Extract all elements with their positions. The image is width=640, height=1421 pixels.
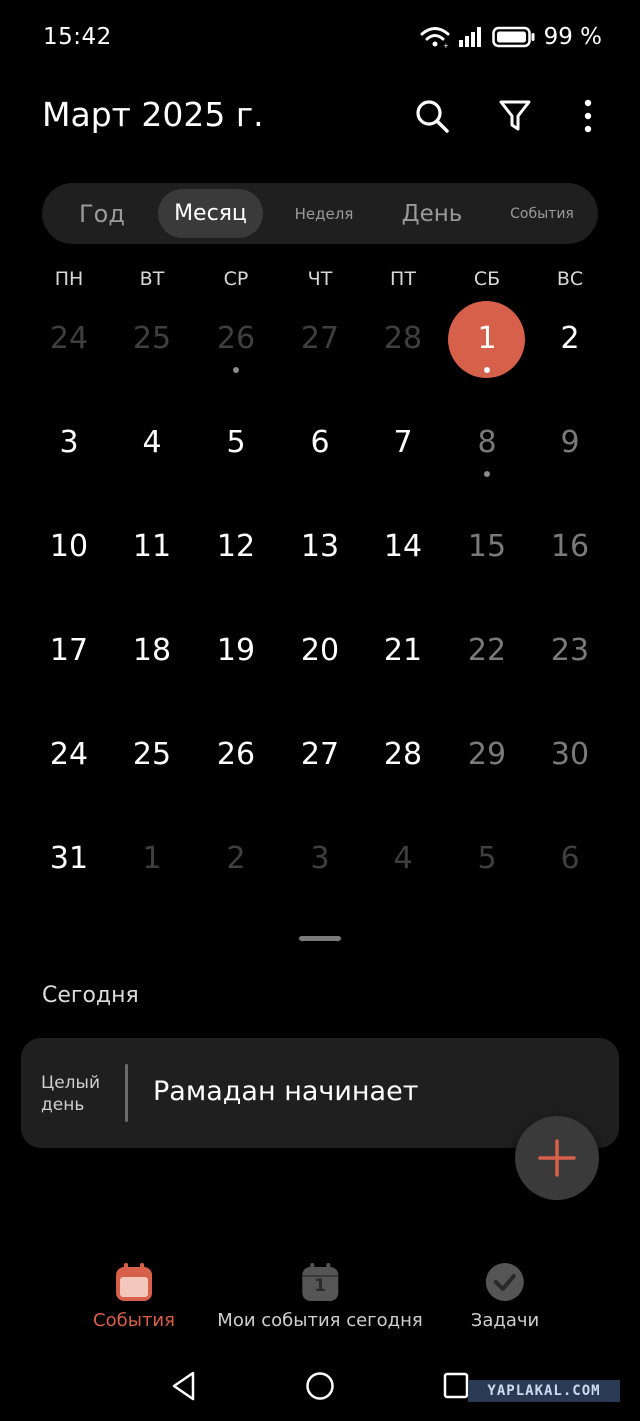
day-cell[interactable]: 4 [112, 425, 192, 460]
day-cell[interactable]: 5 [196, 425, 276, 460]
day-cell[interactable]: 18 [112, 633, 192, 668]
day-cell[interactable]: 2 [196, 841, 276, 876]
section-title-today: Сегодня [42, 983, 139, 1008]
day-cell[interactable]: 31 [29, 841, 109, 876]
day-cell[interactable]: 13 [280, 529, 360, 564]
event-dot [484, 367, 490, 373]
event-dot [233, 367, 239, 373]
plus-icon [538, 1139, 576, 1177]
day-cell[interactable]: 1 [112, 841, 192, 876]
day-cell[interactable]: 28 [363, 321, 443, 356]
nav-my-events-today-label: Мои события сегодня [217, 1310, 423, 1331]
filter-icon [499, 100, 531, 131]
nav-my-events-today[interactable]: 1 Мои события сегодня [217, 1262, 423, 1331]
day-cell[interactable]: 6 [530, 841, 610, 876]
event-dot [484, 471, 490, 477]
day-cell[interactable]: 25 [112, 321, 192, 356]
day-cell[interactable]: 15 [447, 529, 527, 564]
weekday-tue: ВТ [139, 268, 165, 290]
day-cell[interactable]: 7 [363, 425, 443, 460]
nav-tasks[interactable]: Задачи [471, 1262, 539, 1331]
tab-year[interactable]: Год [52, 189, 152, 238]
tab-month[interactable]: Месяц [158, 189, 263, 238]
more-vert-icon [584, 99, 592, 133]
day-cell[interactable]: 27 [280, 321, 360, 356]
calendar-today-icon: 1 [301, 1262, 339, 1302]
nav-tasks-label: Задачи [470, 1310, 540, 1331]
day-cell[interactable]: 9 [530, 425, 610, 460]
day-cell[interactable]: 23 [530, 633, 610, 668]
wifi-icon: + [420, 27, 450, 48]
filter-button[interactable] [495, 96, 535, 136]
day-cell[interactable]: 6 [280, 425, 360, 460]
day-cell[interactable]: 16 [530, 529, 610, 564]
day-cell[interactable]: 25 [112, 737, 192, 772]
add-event-button[interactable] [515, 1116, 599, 1200]
tab-week[interactable]: Неделя [274, 189, 374, 238]
weekday-wed: СР [223, 268, 249, 290]
day-cell[interactable]: 30 [530, 737, 610, 772]
day-cell[interactable]: 2 [530, 321, 610, 356]
day-cell[interactable]: 5 [447, 841, 527, 876]
search-icon [416, 100, 449, 133]
back-nav-icon[interactable] [170, 1370, 198, 1402]
signal-icon [458, 27, 481, 47]
event-title: Рамадан начинает [153, 1076, 419, 1107]
battery-icon [491, 26, 535, 48]
home-nav-icon[interactable] [305, 1370, 335, 1402]
weekday-sat: СБ [473, 268, 501, 290]
day-cell[interactable]: 28 [363, 737, 443, 772]
day-cell[interactable]: 27 [280, 737, 360, 772]
tab-events[interactable]: События [492, 189, 592, 238]
day-cell[interactable]: 29 [447, 737, 527, 772]
tab-day[interactable]: День [382, 189, 482, 238]
search-button[interactable] [412, 96, 452, 136]
day-cell[interactable]: 19 [196, 633, 276, 668]
recents-nav-icon[interactable] [442, 1370, 470, 1402]
day-cell[interactable]: 10 [29, 529, 109, 564]
weekday-fri: ПТ [390, 268, 416, 290]
day-cell[interactable]: 3 [29, 425, 109, 460]
day-cell[interactable]: 24 [29, 321, 109, 356]
svg-text:+: + [443, 42, 449, 48]
day-cell-today[interactable]: 1 [447, 321, 527, 356]
day-cell[interactable]: 12 [196, 529, 276, 564]
day-cell[interactable]: 17 [29, 633, 109, 668]
sheet-drag-handle[interactable] [299, 936, 341, 941]
day-cell[interactable]: 20 [280, 633, 360, 668]
status-icons: + 99 % [420, 24, 602, 50]
weekday-sun: ВС [556, 268, 584, 290]
view-switcher: Год Месяц Неделя День События [42, 183, 598, 244]
weekday-mon: ПН [54, 268, 84, 290]
nav-events-label: События [93, 1310, 175, 1331]
day-cell[interactable]: 3 [280, 841, 360, 876]
battery-percent: 99 % [543, 24, 602, 50]
day-cell[interactable]: 21 [363, 633, 443, 668]
status-time: 15:42 [43, 24, 112, 50]
day-cell[interactable]: 8 [447, 425, 527, 460]
day-cell[interactable]: 26 [196, 737, 276, 772]
day-cell[interactable]: 22 [447, 633, 527, 668]
calendar-icon [116, 1263, 152, 1301]
nav-events[interactable]: События [93, 1262, 175, 1331]
more-options-button[interactable] [568, 96, 608, 136]
check-circle-icon [485, 1263, 524, 1301]
day-cell[interactable]: 24 [29, 737, 109, 772]
calendar-today-number: 1 [314, 1276, 326, 1296]
page-title[interactable]: Март 2025 г. [42, 95, 264, 134]
event-allday-label: Целый день [41, 1073, 100, 1115]
event-divider [125, 1064, 128, 1122]
day-cell[interactable]: 26 [196, 321, 276, 356]
watermark: YAPLAKAL.COM [468, 1380, 620, 1402]
weekday-thu: ЧТ [307, 268, 333, 290]
day-cell[interactable]: 14 [363, 529, 443, 564]
day-cell[interactable]: 4 [363, 841, 443, 876]
day-cell[interactable]: 11 [112, 529, 192, 564]
